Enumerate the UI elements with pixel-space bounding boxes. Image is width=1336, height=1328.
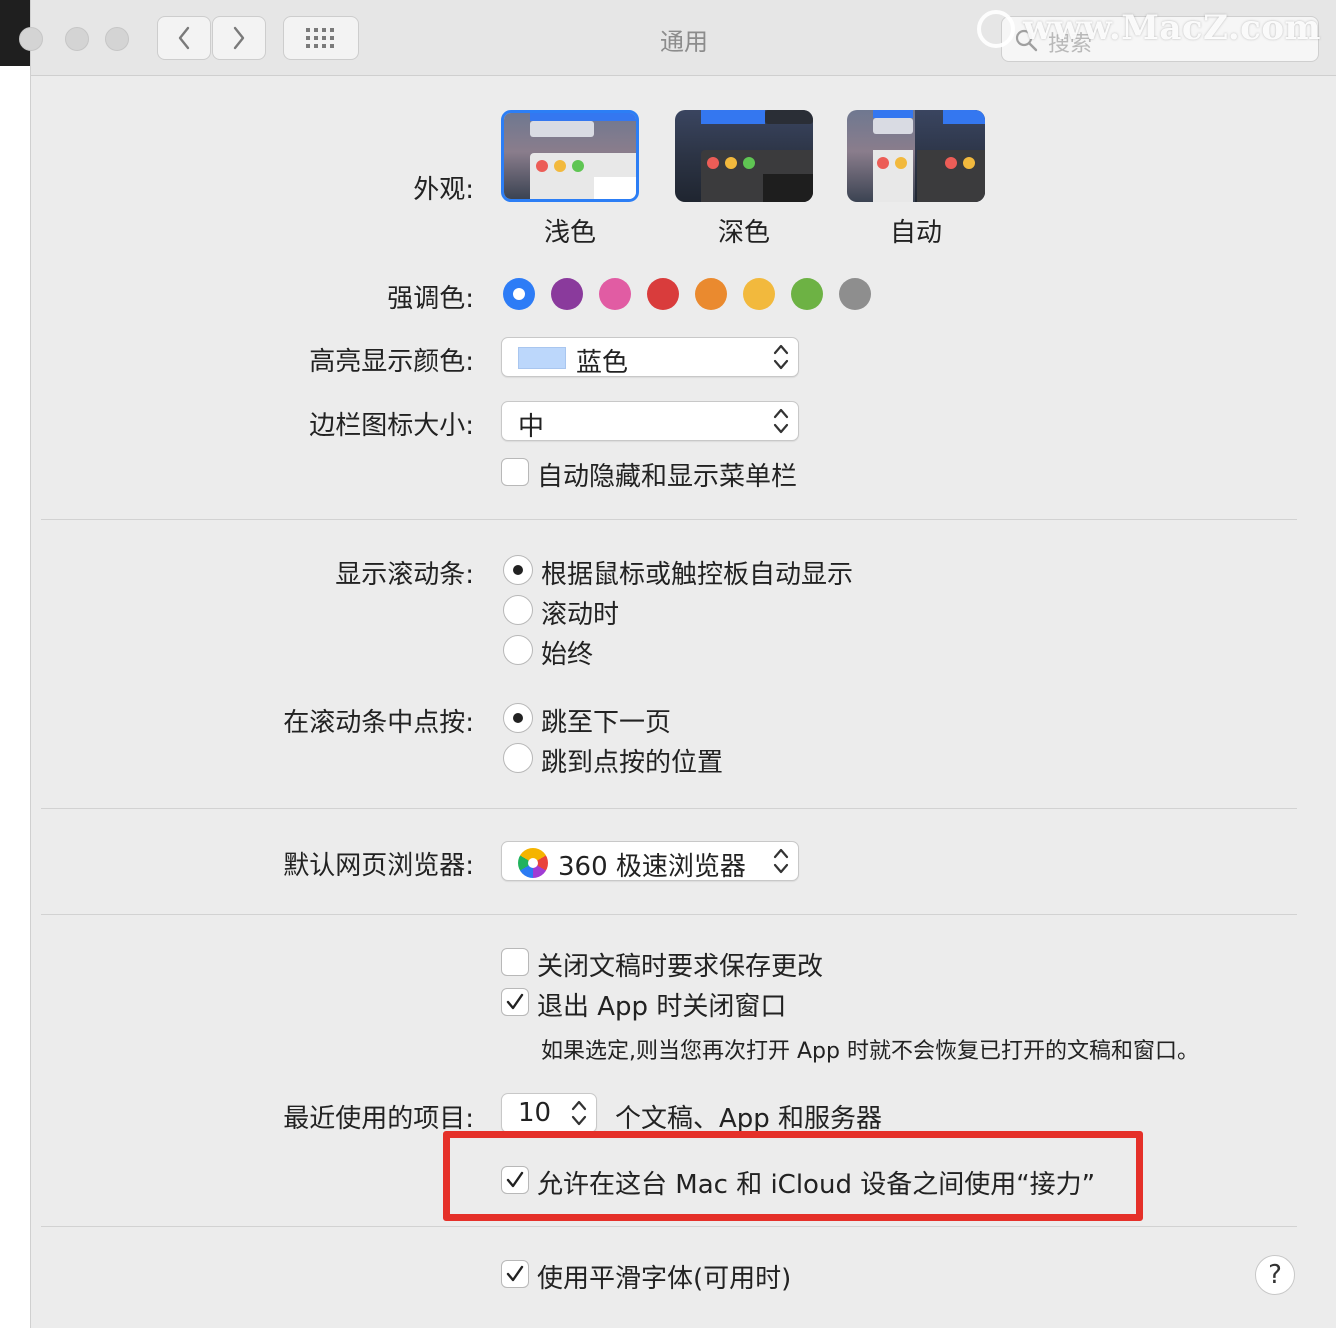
accent-purple-swatch[interactable]: [551, 278, 583, 310]
accent-green-swatch[interactable]: [791, 278, 823, 310]
left-edge-strip: [0, 0, 30, 1328]
ask-save-changes-label: 关闭文稿时要求保存更改: [537, 952, 824, 982]
accent-blue-swatch[interactable]: [503, 278, 535, 310]
auto-hide-menubar-label: 自动隐藏和显示菜单栏: [537, 462, 798, 492]
titlebar: 通用 搜索 www.MacZ.com: [19, 0, 1336, 76]
scrollbars-when-scrolling-radio[interactable]: [503, 595, 533, 625]
jump-next-page-label: 跳至下一页: [541, 708, 672, 738]
highlight-color-label: 高亮显示颜色:: [309, 347, 474, 377]
appearance-label: 外观:: [413, 175, 474, 205]
jump-to-spot-radio[interactable]: [503, 743, 533, 773]
scrollbars-always-label: 始终: [541, 640, 594, 670]
appearance-auto-label: 自动: [889, 218, 942, 248]
sidebar-icon-size-label: 边栏图标大小:: [309, 411, 474, 441]
watermark-logo: [977, 10, 1015, 48]
accent-yellow-swatch[interactable]: [743, 278, 775, 310]
highlight-color-value: 蓝色: [576, 348, 629, 378]
sidebar-icon-size-popup[interactable]: 中: [501, 401, 799, 442]
default-browser-popup[interactable]: 360 极速浏览器: [501, 841, 799, 882]
show-scrollbars-label: 显示滚动条:: [335, 560, 474, 590]
separator: [41, 808, 1297, 809]
default-browser-value: 360 极速浏览器: [558, 852, 746, 882]
close-windows-checkbox[interactable]: [501, 988, 529, 1016]
scrollbars-when-scrolling-label: 滚动时: [541, 600, 620, 630]
handoff-checkbox[interactable]: [501, 1166, 529, 1194]
recent-items-stepper[interactable]: 10: [501, 1093, 597, 1133]
system-preferences-window: 通用 搜索 www.MacZ.com 外观: 浅色 深色 自动 强调色: 高亮显…: [19, 0, 1336, 1328]
checkmark-icon: [506, 1171, 524, 1188]
default-browser-label: 默认网页浏览器:: [283, 851, 474, 881]
accent-color-label: 强调色:: [387, 284, 474, 314]
separator: [41, 519, 1297, 520]
accent-red-swatch[interactable]: [647, 278, 679, 310]
watermark-text: www.MacZ.com: [1023, 8, 1322, 48]
close-windows-label: 退出 App 时关闭窗口: [537, 992, 787, 1022]
highlight-swatch: [518, 347, 566, 369]
accent-graphite-swatch[interactable]: [839, 278, 871, 310]
help-button[interactable]: ?: [1255, 1255, 1295, 1295]
appearance-light-thumb[interactable]: [501, 110, 639, 202]
recent-items-label: 最近使用的项目:: [283, 1104, 474, 1134]
appearance-dark-label: 深色: [717, 218, 770, 248]
checkmark-icon: [506, 1265, 524, 1282]
handoff-label: 允许在这台 Mac 和 iCloud 设备之间使用“接力”: [537, 1170, 1096, 1200]
separator: [41, 914, 1297, 915]
separator: [41, 1226, 1297, 1227]
recent-items-suffix: 个文稿、App 和服务器: [615, 1104, 883, 1134]
chevron-updown-icon: [571, 1100, 587, 1126]
jump-next-page-radio[interactable]: [503, 703, 533, 733]
close-windows-note: 如果选定,则当您再次打开 App 时就不会恢复已打开的文稿和窗口。: [541, 1039, 1199, 1064]
click-scrollbar-label: 在滚动条中点按:: [283, 708, 474, 738]
font-smoothing-label: 使用平滑字体(可用时): [537, 1264, 792, 1294]
browser-app-icon: [518, 848, 548, 878]
appearance-dark-thumb[interactable]: [675, 110, 813, 202]
recent-items-value: 10: [518, 1098, 552, 1128]
highlight-color-popup[interactable]: 蓝色: [501, 337, 799, 378]
auto-hide-menubar-checkbox[interactable]: [501, 458, 529, 486]
appearance-light-label: 浅色: [543, 218, 596, 248]
scrollbars-auto-label: 根据鼠标或触控板自动显示: [541, 560, 854, 590]
jump-to-spot-label: 跳到点按的位置: [541, 748, 724, 778]
accent-orange-swatch[interactable]: [695, 278, 727, 310]
scrollbars-always-radio[interactable]: [503, 635, 533, 665]
ask-save-changes-checkbox[interactable]: [501, 948, 529, 976]
checkmark-icon: [506, 993, 524, 1010]
sidebar-icon-size-value: 中: [518, 412, 545, 442]
chevron-updown-icon: [773, 408, 789, 434]
scrollbars-auto-radio[interactable]: [503, 555, 533, 585]
font-smoothing-checkbox[interactable]: [501, 1260, 529, 1288]
chevron-updown-icon: [773, 344, 789, 370]
accent-pink-swatch[interactable]: [599, 278, 631, 310]
appearance-auto-thumb[interactable]: [847, 110, 985, 202]
chevron-updown-icon: [773, 848, 789, 874]
